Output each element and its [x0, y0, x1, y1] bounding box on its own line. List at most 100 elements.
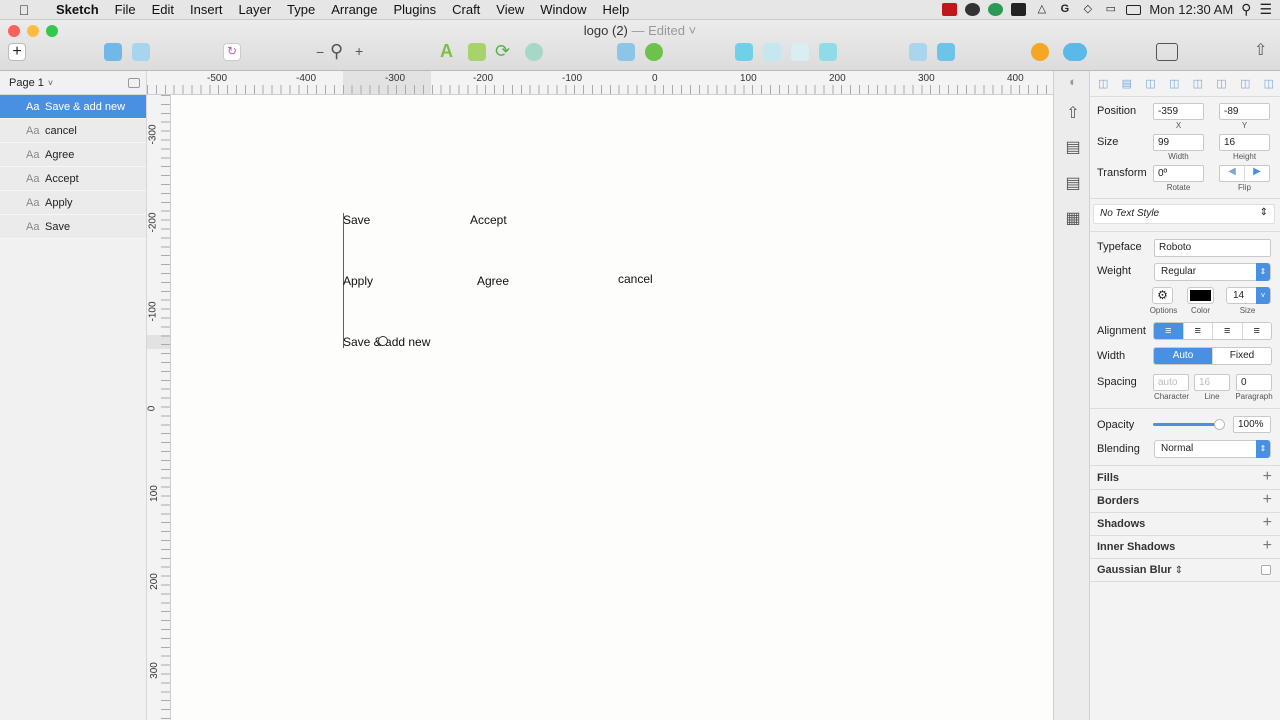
- menu-window[interactable]: Window: [532, 2, 594, 17]
- menu-craft[interactable]: Craft: [444, 2, 488, 17]
- view-layout-icon[interactable]: [1156, 43, 1178, 61]
- image-tool-icon[interactable]: [468, 43, 486, 61]
- menu-help[interactable]: Help: [595, 2, 638, 17]
- canvas-text-cancel[interactable]: cancel: [618, 272, 653, 286]
- zoom-magnifier-icon[interactable]: ⚲: [330, 41, 343, 62]
- page-name[interactable]: Page 1: [9, 77, 44, 89]
- subtract-icon[interactable]: [763, 43, 781, 61]
- link-tool-icon[interactable]: [525, 43, 543, 61]
- character-spacing-input[interactable]: auto: [1153, 374, 1189, 391]
- align-middle-icon[interactable]: ◫: [1240, 77, 1250, 91]
- battery-icon[interactable]: [1126, 4, 1142, 15]
- gaussian-blur-checkbox[interactable]: [1261, 565, 1271, 575]
- menu-insert[interactable]: Insert: [182, 2, 231, 17]
- typeface-input[interactable]: Roboto: [1154, 239, 1271, 257]
- text-align-justify-icon[interactable]: ≡: [1243, 323, 1272, 339]
- drive-icon[interactable]: △: [1034, 3, 1049, 16]
- shadows-section-title[interactable]: Shadows: [1097, 518, 1145, 530]
- weight-dropdown[interactable]: Regular ⇕: [1154, 263, 1271, 281]
- text-align-left-icon[interactable]: ≡: [1154, 323, 1184, 339]
- align-right-icon[interactable]: ◫: [1193, 77, 1203, 91]
- status-box-icon[interactable]: [1011, 3, 1027, 16]
- creative-cloud-icon[interactable]: [965, 3, 981, 16]
- position-y-input[interactable]: -89: [1219, 103, 1270, 120]
- flip-horizontal-icon[interactable]: ◀: [1220, 166, 1244, 181]
- vertical-ruler[interactable]: -300 -200 -100 0 100 200 300: [147, 95, 171, 720]
- rotate-tool-icon[interactable]: ⟳: [495, 41, 510, 62]
- wifi-icon[interactable]: ◇: [1080, 3, 1095, 16]
- add-border-icon[interactable]: +: [1263, 491, 1272, 509]
- opacity-slider-track[interactable]: [1153, 423, 1223, 426]
- forward-icon[interactable]: [909, 43, 927, 61]
- google-icon[interactable]: G: [1057, 3, 1072, 16]
- insert-plus-icon[interactable]: +: [8, 43, 26, 61]
- notification-center-icon[interactable]: ☰: [1259, 1, 1272, 18]
- share-icon[interactable]: ⇧: [1254, 40, 1267, 60]
- position-x-input[interactable]: -359: [1153, 103, 1204, 120]
- union-icon[interactable]: [735, 43, 753, 61]
- layer-accept[interactable]: Aa Accept: [0, 167, 146, 191]
- status-app-icon[interactable]: [942, 3, 958, 16]
- menu-plugins[interactable]: Plugins: [385, 2, 444, 17]
- mask-icon[interactable]: [617, 43, 635, 61]
- fills-section-title[interactable]: Fills: [1097, 472, 1119, 484]
- paragraph-spacing-input[interactable]: 0: [1236, 374, 1272, 391]
- inner-shadows-section-title[interactable]: Inner Shadows: [1097, 541, 1175, 553]
- backward-icon[interactable]: [937, 43, 955, 61]
- add-inner-shadow-icon[interactable]: +: [1263, 537, 1272, 555]
- menu-layer[interactable]: Layer: [231, 2, 280, 17]
- gear-icon[interactable]: ⚙: [1152, 287, 1173, 304]
- symbols-icon[interactable]: ▦: [1063, 208, 1083, 228]
- ungroup-icon[interactable]: [132, 43, 150, 61]
- updown-chevron-icon[interactable]: ⇕: [1175, 565, 1183, 576]
- chevron-down-icon[interactable]: ˅: [689, 23, 697, 38]
- zoom-out-icon[interactable]: −: [316, 44, 324, 60]
- text-style-dropdown[interactable]: No Text Style ⇕: [1093, 204, 1275, 224]
- font-size-dropdown[interactable]: 14 ˅: [1226, 287, 1271, 304]
- spotlight-search-icon[interactable]: ⚲: [1241, 1, 1251, 18]
- scale-icon[interactable]: [645, 43, 663, 61]
- apple-icon[interactable]: : [0, 2, 48, 18]
- cloud-upload-icon[interactable]: [1063, 43, 1087, 61]
- text-styles-icon[interactable]: ▤: [1063, 173, 1083, 193]
- page-selector[interactable]: Page 1 ˅: [0, 71, 146, 95]
- canvas-text-agree[interactable]: Agree: [477, 274, 509, 288]
- text-tool-icon[interactable]: A: [440, 41, 453, 62]
- zoom-in-icon[interactable]: +: [355, 43, 363, 59]
- align-center-icon[interactable]: ◫: [1169, 77, 1179, 91]
- collapse-layers-icon[interactable]: [128, 77, 140, 88]
- layer-save[interactable]: Aa Save: [0, 215, 146, 239]
- menu-file[interactable]: File: [107, 2, 144, 17]
- menu-type[interactable]: Type: [279, 2, 323, 17]
- edited-label[interactable]: — Edited: [632, 23, 685, 38]
- gaussian-blur-section[interactable]: Gaussian Blur ⇕: [1097, 564, 1183, 576]
- text-align-right-icon[interactable]: ≡: [1213, 323, 1243, 339]
- layer-agree[interactable]: Aa Agree: [0, 143, 146, 167]
- intersect-icon[interactable]: [791, 43, 809, 61]
- rotate-input[interactable]: 0º: [1153, 165, 1204, 182]
- pane-toggle-icon[interactable]: ◐: [1063, 74, 1083, 94]
- canvas-text-apply[interactable]: Apply: [343, 274, 373, 288]
- canvas[interactable]: Save Accept Apply Agree cancel Save & ad…: [171, 95, 1053, 720]
- menu-arrange[interactable]: Arrange: [323, 2, 385, 17]
- distribute-vertical-icon[interactable]: ▤: [1122, 77, 1132, 91]
- group-icon[interactable]: [104, 43, 122, 61]
- align-left-icon[interactable]: ◫: [1145, 77, 1155, 91]
- width-input[interactable]: 99: [1153, 134, 1204, 151]
- menu-edit[interactable]: Edit: [144, 2, 182, 17]
- horizontal-ruler[interactable]: -500 -400 -300 -200 -100 0 100 200 300 4…: [147, 71, 1053, 95]
- menu-app[interactable]: Sketch: [48, 2, 107, 17]
- flip-vertical-icon[interactable]: ▶: [1244, 166, 1269, 181]
- difference-icon[interactable]: [819, 43, 837, 61]
- line-height-input[interactable]: 16: [1194, 374, 1230, 391]
- text-color-swatch[interactable]: [1187, 287, 1214, 304]
- width-fixed-button[interactable]: Fixed: [1213, 348, 1271, 364]
- airplay-icon[interactable]: ▭: [1103, 3, 1118, 16]
- canvas-text-accept[interactable]: Accept: [470, 213, 507, 227]
- height-input[interactable]: 16: [1219, 134, 1270, 151]
- canvas-text-save[interactable]: Save: [343, 213, 370, 227]
- distribute-horizontal-icon[interactable]: ◫: [1098, 77, 1108, 91]
- text-align-center-icon[interactable]: ≡: [1184, 323, 1213, 339]
- export-icon[interactable]: ⇧: [1063, 103, 1083, 123]
- add-shadow-icon[interactable]: +: [1263, 514, 1272, 532]
